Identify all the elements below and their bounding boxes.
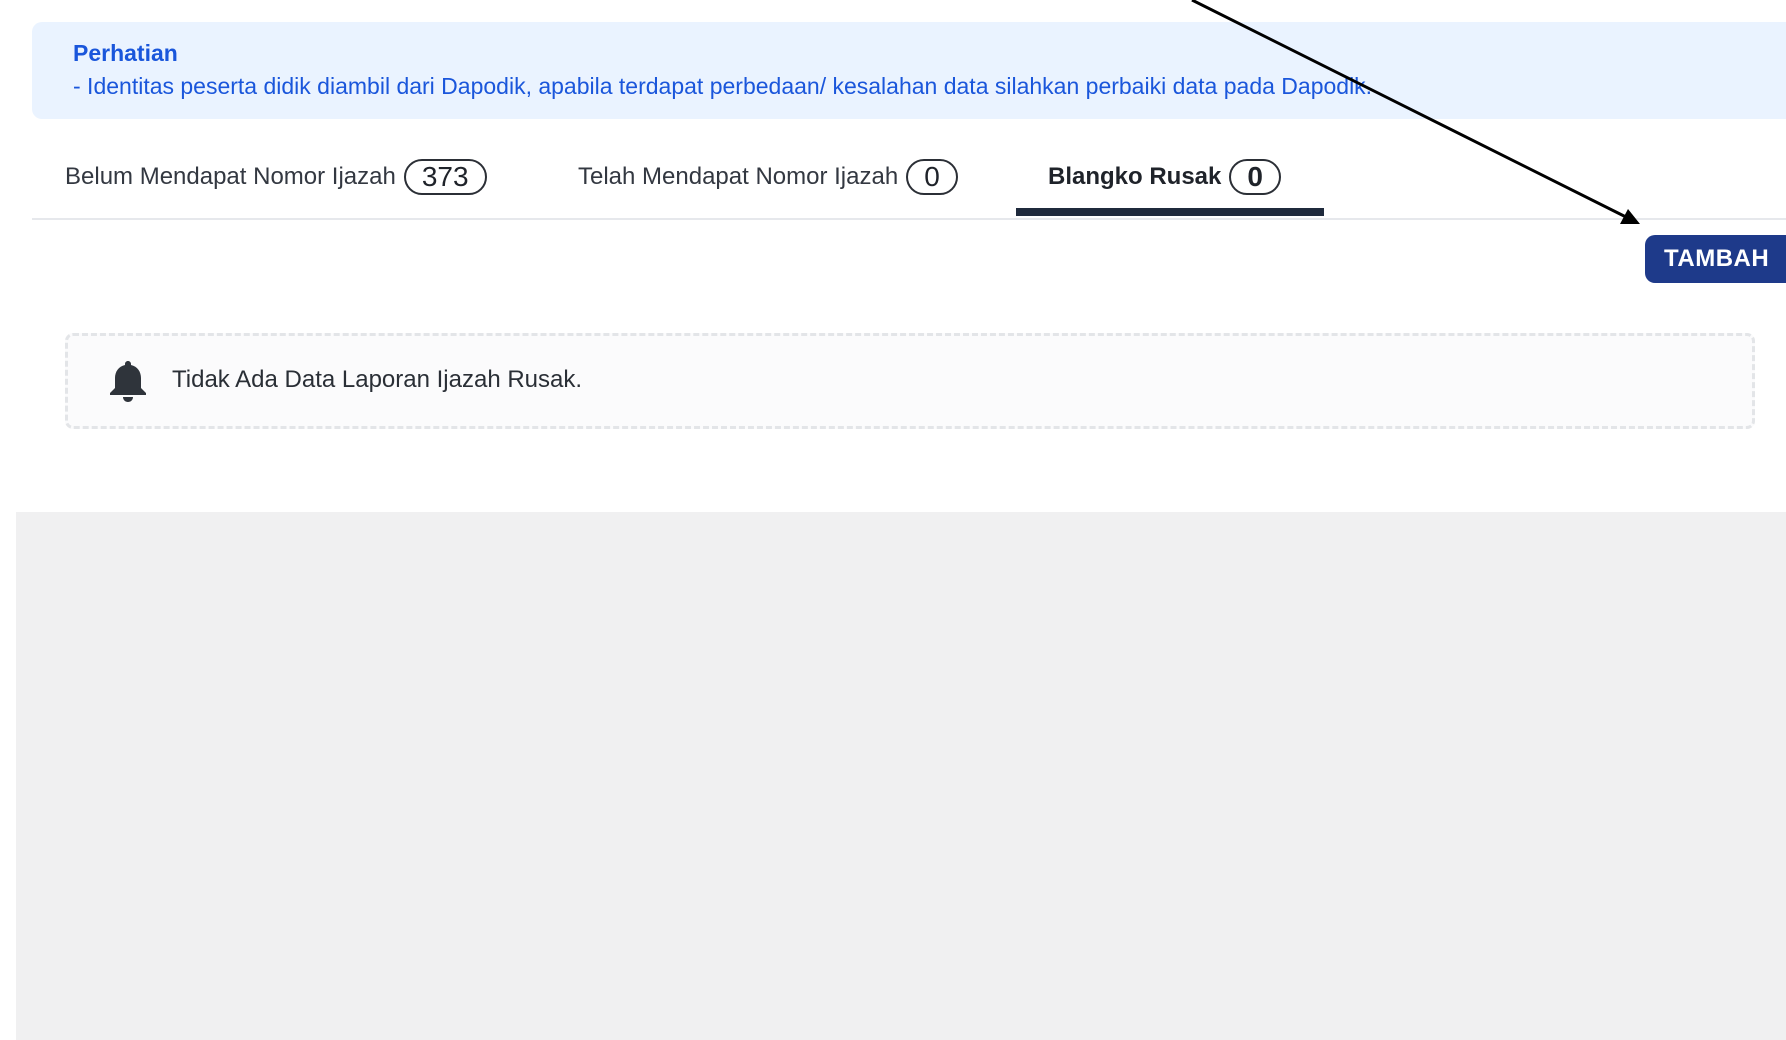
active-tab-indicator [1016,208,1324,216]
notice-text: - Identitas peserta didik diambil dari D… [73,73,1373,99]
tab-blangko-rusak[interactable]: Blangko Rusak 0 [1048,152,1281,202]
notice-title: Perhatian [73,40,178,66]
page-background [16,512,1786,1040]
empty-state: Tidak Ada Data Laporan Ijazah Rusak. [65,333,1755,429]
tab-count-badge: 0 [1229,159,1281,195]
tab-label: Belum Mendapat Nomor Ijazah [65,163,396,190]
tab-belum-mendapat-nomor-ijazah[interactable]: Belum Mendapat Nomor Ijazah 373 [65,152,487,202]
empty-state-message: Tidak Ada Data Laporan Ijazah Rusak. [172,366,583,393]
add-button[interactable]: TAMBAH [1645,235,1786,283]
tab-count-badge: 373 [403,159,487,195]
tab-bar: Belum Mendapat Nomor Ijazah 373 Telah Me… [32,140,1786,220]
tab-count-badge: 0 [906,159,958,195]
bell-icon [110,361,146,402]
notice-banner: Perhatian - Identitas peserta didik diam… [32,22,1786,119]
tab-telah-mendapat-nomor-ijazah[interactable]: Telah Mendapat Nomor Ijazah 0 [578,152,958,202]
tab-label: Blangko Rusak [1048,163,1222,190]
page: Perhatian - Identitas peserta didik diam… [0,0,1786,1040]
tab-label: Telah Mendapat Nomor Ijazah [578,163,899,190]
